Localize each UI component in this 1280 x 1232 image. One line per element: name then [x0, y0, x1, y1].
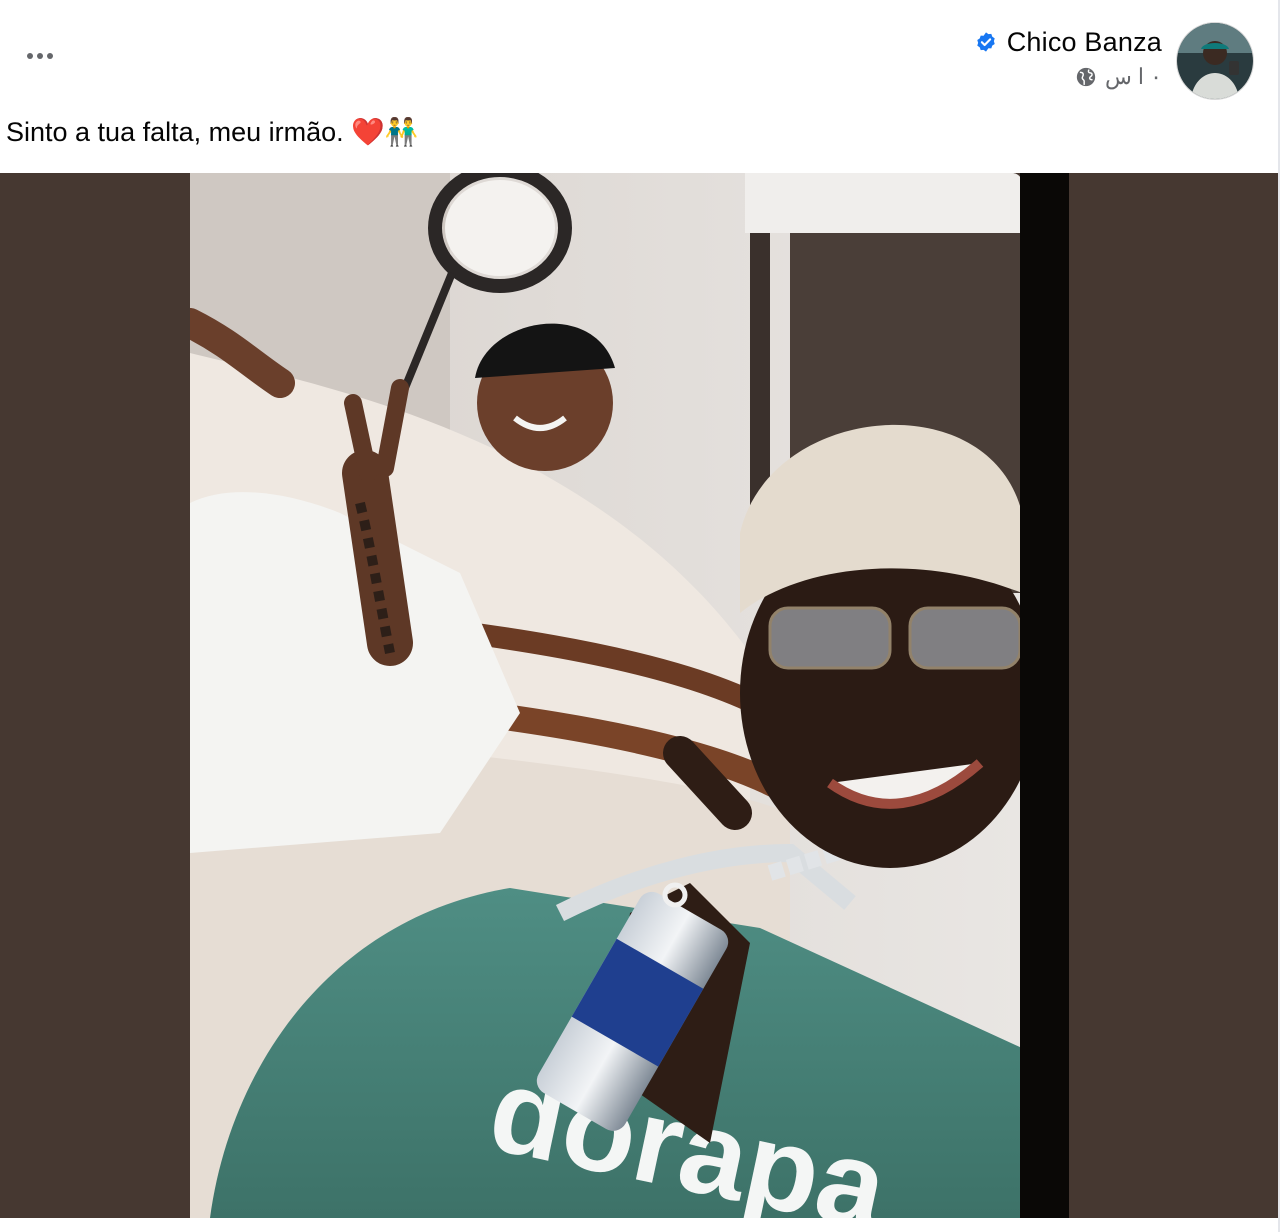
- post-author-block: Chico Banza ٠ ا س: [975, 24, 1162, 90]
- post-timestamp[interactable]: ٠ ا س: [1105, 64, 1162, 90]
- more-dot: [47, 53, 53, 59]
- author-name-link[interactable]: Chico Banza: [1007, 24, 1162, 60]
- post-photo[interactable]: dorapa: [190, 173, 1022, 1218]
- facebook-post: Chico Banza ٠ ا س Sinto a tua falta, meu…: [0, 0, 1280, 1232]
- photo-black-border: [1020, 173, 1069, 1218]
- post-media[interactable]: dorapa: [0, 173, 1278, 1218]
- globe-icon[interactable]: [1075, 66, 1097, 88]
- more-options-button[interactable]: [20, 38, 60, 74]
- more-dot: [37, 53, 43, 59]
- author-avatar[interactable]: [1176, 22, 1254, 100]
- verified-badge-icon: [975, 31, 997, 53]
- post-caption: Sinto a tua falta, meu irmão. ❤️👬: [6, 117, 419, 147]
- more-dot: [27, 53, 33, 59]
